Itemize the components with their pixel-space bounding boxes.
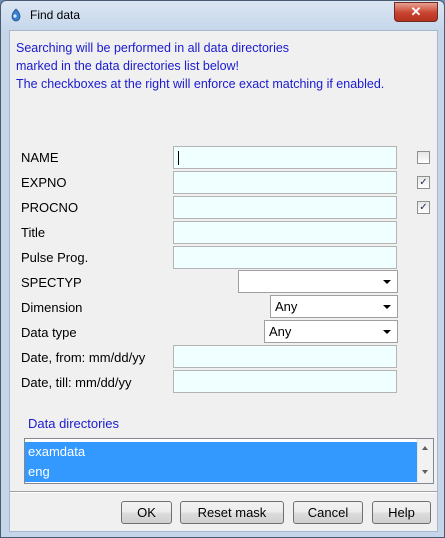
close-icon: ✕ [410,4,422,19]
date-till-input[interactable] [173,370,397,393]
reset-mask-button[interactable]: Reset mask [180,501,284,524]
date-from-input[interactable] [173,345,397,368]
name-exact-checkbox[interactable] [417,151,430,164]
dimension-label: Dimension [21,300,83,315]
data-type-label: Data type [21,325,77,340]
window-title: Find data [30,8,81,22]
procno-label: PROCNO [21,200,79,215]
name-label: NAME [21,150,59,165]
title-input[interactable] [173,221,397,244]
procno-exact-checkbox[interactable]: ✓ [417,201,430,214]
cancel-button[interactable]: Cancel [293,501,363,524]
info-line-3: The checkboxes at the right will enforce… [16,77,385,91]
close-button[interactable]: ✕ [394,2,438,22]
list-item[interactable]: eng [25,462,418,482]
dialog-body: Searching will be performed in all data … [9,30,438,532]
data-type-select[interactable]: Any [264,320,398,343]
text-cursor [178,151,179,165]
title-bar[interactable]: Find data ✕ [1,1,444,29]
data-type-value: Any [269,324,292,339]
date-till-label: Date, till: mm/dd/yy [21,375,132,390]
spectyp-select[interactable] [238,270,398,293]
check-icon: ✓ [419,177,428,188]
dropdown-arrow-icon [383,280,391,284]
name-input[interactable] [173,146,397,169]
check-icon: ✓ [419,202,428,213]
list-scrollbar[interactable] [417,439,433,483]
data-directories-list[interactable]: examdata eng [24,438,434,484]
procno-input[interactable] [173,196,397,219]
ok-button[interactable]: OK [121,501,172,524]
expno-exact-checkbox[interactable]: ✓ [417,176,430,189]
data-directories-label: Data directories [28,416,120,431]
pulse-prog-input[interactable] [173,246,397,269]
expno-input[interactable] [173,171,397,194]
find-data-dialog: Find data ✕ Searching will be performed … [0,0,445,538]
scroll-down-icon[interactable] [422,470,428,474]
expno-label: EXPNO [21,175,67,190]
pulse-prog-label: Pulse Prog. [21,250,89,265]
spectyp-label: SPECTYP [21,275,82,290]
app-icon [11,8,21,22]
info-text: Searching will be performed in all data … [16,39,384,93]
list-item[interactable]: examdata [25,442,418,462]
separator [10,491,437,493]
dropdown-arrow-icon [383,330,391,334]
scroll-up-icon[interactable] [422,446,428,450]
dimension-select[interactable]: Any [270,295,398,318]
info-line-2: marked in the data directories list belo… [16,59,240,73]
help-button[interactable]: Help [372,501,431,524]
dimension-value: Any [275,299,298,314]
date-from-label: Date, from: mm/dd/yy [21,350,146,365]
title-label: Title [21,225,46,240]
dropdown-arrow-icon [383,305,391,309]
info-line-1: Searching will be performed in all data … [16,41,290,55]
